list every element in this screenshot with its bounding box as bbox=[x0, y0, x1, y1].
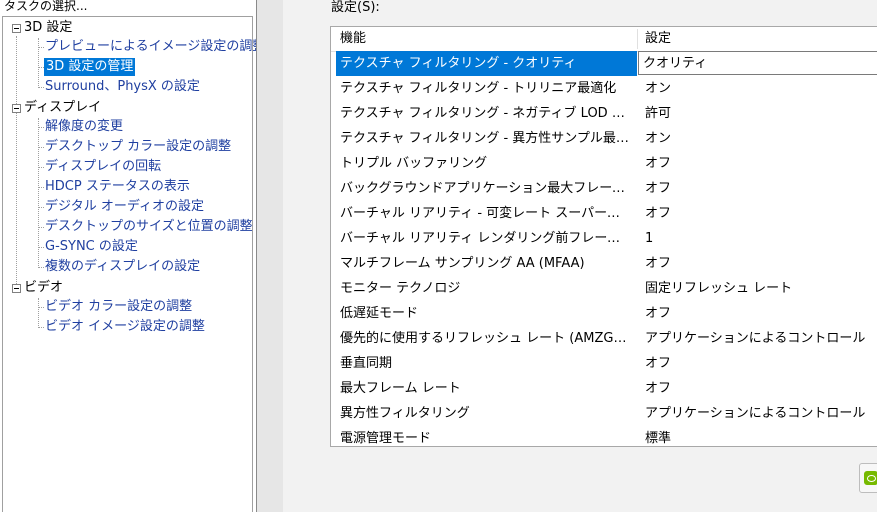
tree-connector bbox=[38, 127, 44, 128]
setting-value: アプリケーションによるコントロール bbox=[645, 331, 866, 346]
tree-item-digital-audio[interactable]: デジタル オーディオの設定 bbox=[45, 198, 204, 216]
column-header-setting[interactable]: 設定 bbox=[645, 27, 671, 51]
nvidia-logo-button[interactable] bbox=[859, 463, 877, 493]
tree-item-preview-image-settings[interactable]: プレビューによるイメージ設定の調整 bbox=[45, 38, 257, 56]
setting-value: 固定リフレッシュ レート bbox=[645, 281, 793, 296]
setting-value: オフ bbox=[645, 181, 672, 196]
setting-value: 標準 bbox=[645, 431, 672, 446]
table-row[interactable]: バーチャル リアリティ レンダリング前フレーム数 1 bbox=[331, 226, 877, 251]
tree-item-rotate-display[interactable]: ディスプレイの回転 bbox=[45, 158, 161, 176]
feature-name: テクスチャ フィルタリング - ネガティブ LOD バイアス bbox=[340, 106, 632, 121]
tree-item-desktop-size-position[interactable]: デスクトップのサイズと位置の調整 bbox=[45, 218, 253, 236]
setting-value: オフ bbox=[645, 206, 672, 221]
tree-connector bbox=[38, 327, 44, 328]
table-row[interactable]: バックグラウンドアプリケーション最大フレームレート オフ bbox=[331, 176, 877, 201]
setting-value: オフ bbox=[645, 156, 672, 171]
collapse-icon[interactable] bbox=[12, 24, 21, 33]
table-row[interactable]: 低遅延モード オフ bbox=[331, 301, 877, 326]
tree-item-change-resolution[interactable]: 解像度の変更 bbox=[45, 118, 123, 136]
tree-item-manage-3d-settings[interactable]: 3D 設定の管理 bbox=[44, 58, 136, 76]
feature-name: テクスチャ フィルタリング - トリリニア最適化 bbox=[340, 81, 617, 96]
setting-value: オフ bbox=[645, 381, 672, 396]
setting-value: オフ bbox=[645, 356, 672, 371]
table-row[interactable]: マルチフレーム サンプリング AA (MFAA) オフ bbox=[331, 251, 877, 276]
table-row[interactable]: テクスチャ フィルタリング - トリリニア最適化 オン bbox=[331, 76, 877, 101]
table-row[interactable]: 電源管理モード 標準 bbox=[331, 426, 877, 446]
column-header-feature[interactable]: 機能 bbox=[340, 27, 366, 51]
tree-item-multiple-displays[interactable]: 複数のディスプレイの設定 bbox=[45, 258, 200, 276]
setting-value: オフ bbox=[645, 256, 672, 271]
task-pane: タスクの選択... 3D 設定 プレビューによるイメージ設定の調整 3D 設定の… bbox=[0, 0, 257, 512]
task-pane-title: タスクの選択... bbox=[4, 0, 88, 13]
tree-connector bbox=[38, 167, 44, 168]
tree-item-desktop-color[interactable]: デスクトップ カラー設定の調整 bbox=[45, 138, 231, 156]
tree-category-video[interactable]: ビデオ bbox=[24, 279, 63, 297]
tree-category-3d-settings[interactable]: 3D 設定 bbox=[24, 19, 72, 37]
feature-name: バーチャル リアリティ レンダリング前フレーム数 bbox=[340, 231, 632, 246]
table-row[interactable]: バーチャル リアリティ - 可変レート スーパーサンプリ... オフ bbox=[331, 201, 877, 226]
tree-connector bbox=[38, 147, 44, 148]
feature-name: テクスチャ フィルタリング - クオリティ bbox=[340, 56, 577, 71]
feature-name: 電源管理モード bbox=[340, 431, 432, 446]
tree-connector bbox=[38, 38, 39, 88]
pane-gutter bbox=[257, 0, 283, 512]
feature-name: テクスチャ フィルタリング - 異方性サンプル最適化 bbox=[340, 131, 632, 146]
table-row[interactable]: 異方性フィルタリング アプリケーションによるコントロール bbox=[331, 401, 877, 426]
collapse-icon[interactable] bbox=[12, 104, 21, 113]
settings-table-header: 機能 設定 bbox=[331, 27, 877, 52]
feature-name: バーチャル リアリティ - 可変レート スーパーサンプリ... bbox=[340, 206, 632, 221]
feature-name: 優先的に使用するリフレッシュ レート (AMZG25... bbox=[340, 331, 632, 346]
tree-connector bbox=[38, 267, 44, 268]
tree-connector bbox=[38, 47, 44, 48]
column-divider[interactable] bbox=[637, 29, 638, 49]
table-row[interactable]: テクスチャ フィルタリング - 異方性サンプル最適化 オン bbox=[331, 126, 877, 151]
settings-table-body: テクスチャ フィルタリング - クオリティ クオリティ テクスチャ フィルタリング … bbox=[331, 51, 877, 446]
feature-name: バックグラウンドアプリケーション最大フレームレート bbox=[340, 181, 632, 196]
collapse-icon[interactable] bbox=[12, 284, 21, 293]
feature-name: 垂直同期 bbox=[340, 356, 393, 371]
tree-connector bbox=[38, 187, 44, 188]
nvidia-logo-icon bbox=[864, 471, 877, 485]
feature-name: モニター テクノロジ bbox=[340, 281, 461, 296]
tree-connector bbox=[38, 207, 44, 208]
table-row[interactable]: テクスチャ フィルタリング - ネガティブ LOD バイアス 許可 bbox=[331, 101, 877, 126]
table-row[interactable]: 垂直同期 オフ bbox=[331, 351, 877, 376]
table-row[interactable]: 最大フレーム レート オフ bbox=[331, 376, 877, 401]
tree-connector bbox=[38, 227, 44, 228]
settings-table: 機能 設定 テクスチャ フィルタリング - クオリティ クオリティ テクスチャ フィ… bbox=[330, 26, 877, 447]
tree-item-gsync[interactable]: G-SYNC の設定 bbox=[45, 238, 138, 256]
feature-name: 最大フレーム レート bbox=[340, 381, 461, 396]
settings-label: 設定(S): bbox=[331, 0, 380, 15]
tree-item-video-image[interactable]: ビデオ イメージ設定の調整 bbox=[45, 318, 205, 336]
table-row[interactable]: トリプル バッファリング オフ bbox=[331, 151, 877, 176]
tree-item-video-color[interactable]: ビデオ カラー設定の調整 bbox=[45, 298, 192, 316]
feature-name: 異方性フィルタリング bbox=[340, 406, 470, 421]
setting-value: 許可 bbox=[645, 106, 672, 121]
feature-name: トリプル バッファリング bbox=[340, 156, 488, 171]
tree-connector bbox=[38, 87, 44, 88]
table-row[interactable]: モニター テクノロジ 固定リフレッシュ レート bbox=[331, 276, 877, 301]
tree-connector bbox=[16, 36, 17, 290]
tree-connector bbox=[38, 247, 44, 248]
tree-connector bbox=[38, 307, 44, 308]
setting-value: オン bbox=[645, 131, 672, 146]
feature-name: 低遅延モード bbox=[340, 306, 419, 321]
task-pane-header: タスクの選択... bbox=[0, 0, 257, 16]
feature-name: マルチフレーム サンプリング AA (MFAA) bbox=[340, 256, 585, 271]
tree-connector bbox=[38, 118, 39, 268]
setting-value: オン bbox=[645, 81, 672, 96]
tree-item-surround-physx[interactable]: Surround、PhysX の設定 bbox=[45, 78, 200, 96]
setting-value: アプリケーションによるコントロール bbox=[645, 406, 866, 421]
tree-connector bbox=[38, 298, 39, 328]
nvidia-control-panel: タスクの選択... 3D 設定 プレビューによるイメージ設定の調整 3D 設定の… bbox=[0, 0, 877, 512]
tree-category-display[interactable]: ディスプレイ bbox=[24, 99, 101, 117]
tree-item-hdcp-status[interactable]: HDCP ステータスの表示 bbox=[45, 178, 190, 196]
setting-value: オフ bbox=[645, 306, 672, 321]
table-row[interactable]: 優先的に使用するリフレッシュ レート (AMZG25... アプリケーションによる… bbox=[331, 326, 877, 351]
table-row[interactable]: テクスチャ フィルタリング - クオリティ クオリティ bbox=[331, 51, 877, 76]
setting-value[interactable]: クオリティ bbox=[643, 51, 707, 76]
setting-value: 1 bbox=[645, 231, 654, 246]
